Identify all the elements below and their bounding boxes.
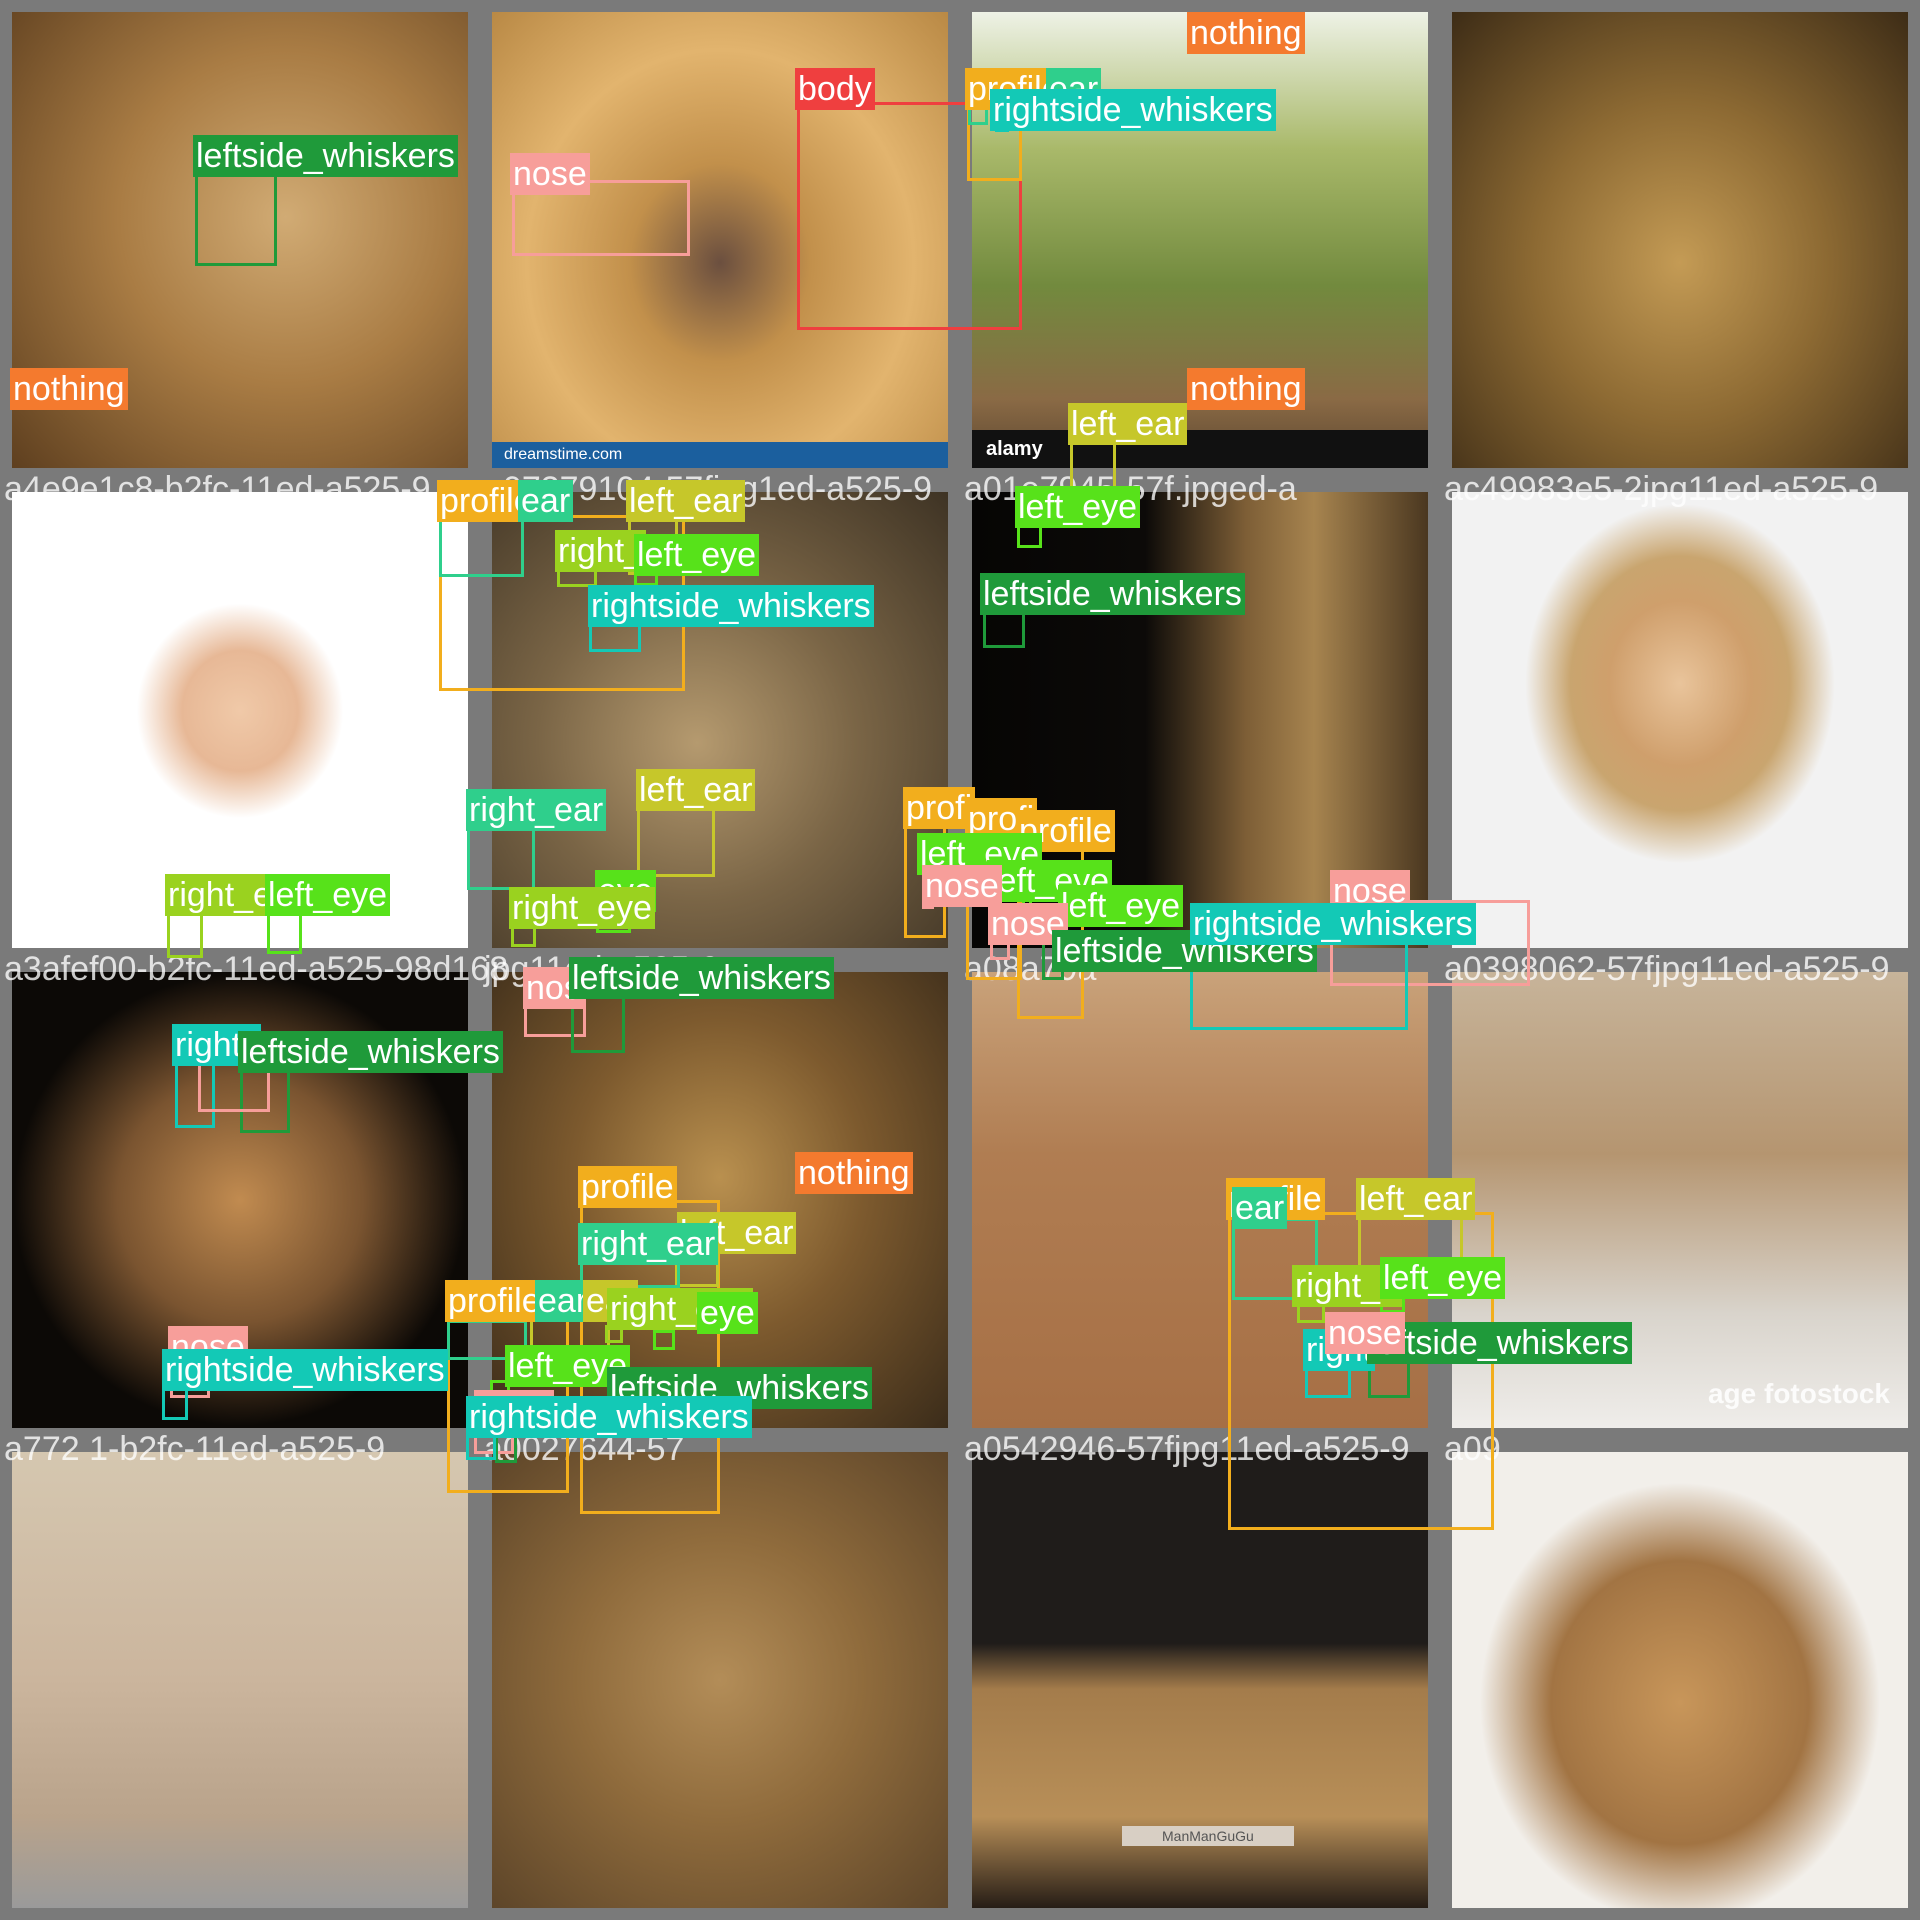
label-nose: nose [1325, 1312, 1405, 1354]
watermark: age fotostock [1707, 1378, 1890, 1409]
lion-painting-image [1452, 12, 1908, 468]
label-nothing: nothing [795, 1152, 913, 1194]
watermark: alamy [972, 430, 1428, 468]
label-left-eye: left_eye [1380, 1257, 1506, 1299]
label-right-eye: right_ [555, 530, 647, 572]
image-tile: age fotostock a0398062-57fjpg11ed-a525-9 [1440, 952, 1920, 1440]
label-right-ear: right_ear [466, 789, 607, 831]
label-rightside-whiskers: rightside_whiskers [990, 89, 1276, 131]
bbox-left-ear [637, 805, 715, 877]
label-leftside-whiskers: leftside_whiskers [1367, 1322, 1632, 1364]
label-profile: profile [578, 1166, 677, 1208]
watermark: dreamstime.com [492, 442, 948, 468]
label-left-ear: left_ear [626, 480, 746, 522]
bbox-leftside-whiskers [195, 168, 277, 266]
label-left-eye: left_eye [265, 874, 391, 916]
image-tile: a772 1-b2fc-11ed-a525-9 [0, 1432, 480, 1920]
bbox-right-ear [467, 822, 535, 890]
bbox-leftside-whiskers [983, 610, 1025, 648]
label-profile: profile [445, 1280, 544, 1322]
label-leftside-whiskers: leftside_whiskers [569, 957, 834, 999]
label-left-eye: left_eye [634, 534, 760, 576]
label-rightside-whiskers: rightside_whiskers [162, 1349, 448, 1391]
label-leftside-whiskers: leftside_whiskers [238, 1031, 503, 1073]
label-left-eye: left_eye [1058, 885, 1184, 927]
label-leftside-whiskers: leftside_whiskers [193, 135, 458, 177]
lion-skin-on-sack-image [12, 1452, 468, 1908]
label-left-ear: left_ear [1356, 1178, 1476, 1220]
label-nose: nose [510, 153, 590, 195]
image-tile: a09 [1440, 1432, 1920, 1920]
label-nothing: nothing [1187, 368, 1305, 410]
label-left-ear: left_ear [636, 769, 756, 811]
label-left-eye: left_eye [1015, 486, 1141, 528]
bbox-left-eye [653, 1330, 675, 1350]
label-leftside-whiskers: leftside_whiskers [980, 573, 1245, 615]
lion-pair-image [492, 1452, 948, 1908]
lion-head-cutout-image [1452, 1452, 1908, 1908]
image-tile: ac49983e5-2jpg11ed-a525-9 [1440, 472, 1920, 960]
watermark: ManManGuGu [1122, 1826, 1294, 1846]
label-rightside-whiskers: rightside_whiskers [588, 585, 874, 627]
label-right-ear: right_ear [578, 1223, 719, 1265]
label-nose: nose [922, 865, 1002, 907]
bbox-right-ear [439, 515, 524, 577]
label-rightside-whiskers: rightside_whiskers [466, 1396, 752, 1438]
label-left-ear: left_ear [1068, 403, 1188, 445]
image-tile: a0027644-57 [480, 1432, 960, 1920]
label-right-ear: ear [518, 480, 574, 522]
label-right-eye: right_e [165, 874, 275, 916]
label-nothing: nothing [1187, 12, 1305, 54]
label-right-eye: right_eye [509, 887, 655, 929]
label-left-eye: eye [697, 1292, 758, 1334]
image-tile [1440, 0, 1920, 480]
detection-mosaic: dreamstime.com alamy a4e9e1c8-b2fc-11ed-a5… [0, 0, 1920, 1920]
label-nothing: nothing [10, 368, 128, 410]
label-right-ear: ear [1232, 1187, 1288, 1229]
woman-lion-mask-image [1452, 492, 1908, 948]
label-right-ear: ear [535, 1280, 591, 1322]
label-rightside-whiskers: rightside_whiskers [1190, 903, 1476, 945]
label-body: body [795, 68, 875, 110]
